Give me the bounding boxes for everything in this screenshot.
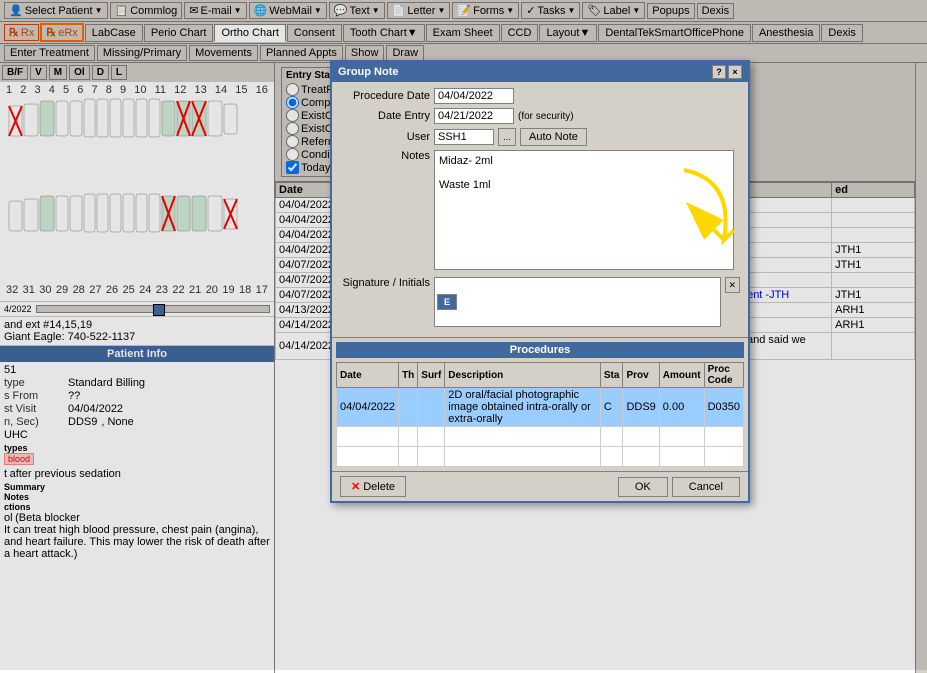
user-input[interactable] (434, 129, 494, 145)
user-row: User ... Auto Note (340, 128, 740, 146)
ok-btn[interactable]: OK (618, 477, 668, 497)
proc-surf-header: Surf (418, 363, 445, 388)
proc-th-header: Th (399, 363, 418, 388)
proc-prov-header: Prov (623, 363, 659, 388)
procedures-section: Procedures Date Th Surf Description Sta … (332, 337, 748, 471)
user-browse-btn[interactable]: ... (498, 128, 516, 146)
sig-clear-btn[interactable]: ✕ (725, 277, 740, 293)
modal-overlay: Group Note ? × Procedure Date Date Entry… (0, 0, 927, 670)
table-row[interactable] (337, 427, 744, 447)
table-row[interactable]: 04/04/2022 2D oral/facial photographic i… (337, 388, 744, 427)
date-entry-row: Date Entry (for security) (340, 108, 740, 124)
dialog-controls: ? × (712, 65, 742, 79)
auto-note-btn[interactable]: Auto Note (520, 128, 587, 146)
dialog-title-bar: Group Note ? × (332, 62, 748, 82)
notes-row: Notes Midaz- 2ml Waste 1ml (340, 150, 740, 273)
dialog-help-btn[interactable]: ? (712, 65, 726, 79)
delete-x-icon: ✕ (351, 480, 360, 493)
procedure-date-row: Procedure Date (340, 88, 740, 104)
signature-e-btn[interactable]: E (437, 294, 457, 310)
group-note-dialog: Group Note ? × Procedure Date Date Entry… (330, 60, 750, 503)
proc-code-header: Proc Code (704, 363, 743, 388)
delete-btn[interactable]: ✕ Delete (340, 476, 406, 497)
procedures-table: Date Th Surf Description Sta Prov Amount… (336, 362, 744, 467)
table-row[interactable] (337, 447, 744, 467)
date-entry-input[interactable] (434, 108, 514, 124)
signature-row: Signature / Initials E ✕ (340, 277, 740, 327)
cancel-btn[interactable]: Cancel (672, 477, 740, 497)
ok-cancel-group: OK Cancel (618, 477, 740, 497)
notes-textarea[interactable]: Midaz- 2ml Waste 1ml (434, 150, 734, 270)
dialog-footer: ✕ Delete OK Cancel (332, 471, 748, 501)
notes-container: Midaz- 2ml Waste 1ml (434, 150, 734, 273)
proc-amount-header: Amount (659, 363, 704, 388)
procedure-date-input[interactable] (434, 88, 514, 104)
signature-box: E (434, 277, 721, 327)
proc-sta-header: Sta (600, 363, 623, 388)
proc-desc-header: Description (445, 363, 601, 388)
proc-date-header: Date (337, 363, 399, 388)
dialog-body: Procedure Date Date Entry (for security)… (332, 82, 748, 337)
dialog-close-btn[interactable]: × (728, 65, 742, 79)
